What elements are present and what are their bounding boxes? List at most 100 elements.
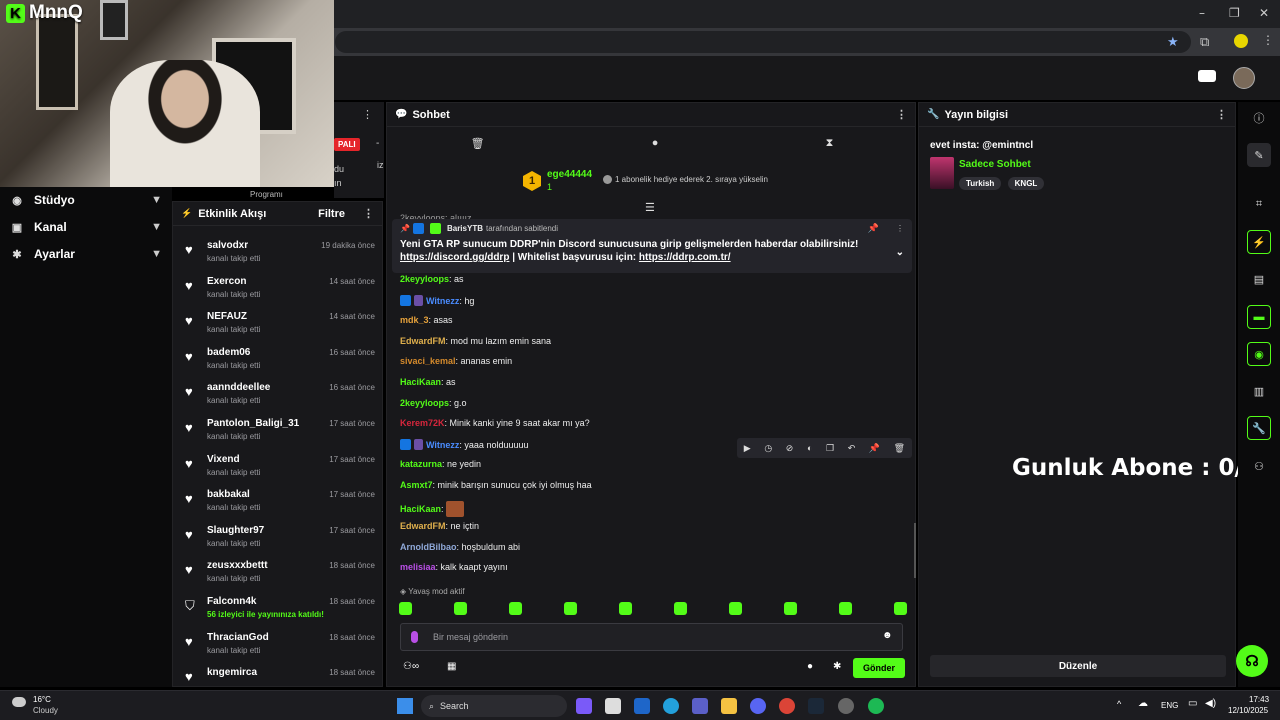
layout-icon[interactable]: ▥ — [1247, 379, 1271, 403]
emote-button[interactable] — [509, 602, 522, 615]
chat-username[interactable]: Asmxt7 — [400, 480, 433, 490]
volume-icon[interactable]: ◀) — [1205, 698, 1216, 709]
undo-icon[interactable]: ↶ — [848, 443, 856, 454]
browser-menu-icon[interactable]: ⋮ — [1262, 33, 1274, 47]
app-logo[interactable]: K MnnQ — [6, 2, 83, 24]
broadcast-icon[interactable]: ◉ — [1247, 342, 1271, 366]
filter-button[interactable]: Filtre — [318, 208, 345, 220]
chevron-down-icon[interactable]: ⌄ — [896, 247, 904, 258]
activity-item[interactable]: ⛉ Falconn4k 56 izleyici ile yayınınıza kat… — [183, 594, 375, 626]
store-icon[interactable]: ▦ — [447, 661, 456, 672]
activity-item[interactable]: ♥ NEFAUZ kanalı takip etti 14 saat önce — [183, 309, 375, 341]
activity-item[interactable]: ♥ salvodxr kanalı takip etti 19 dakika önce — [183, 238, 375, 270]
people-icon[interactable]: ⚇∞ — [403, 661, 419, 672]
activity-item[interactable]: ♥ ThracianGod kanalı takip etti 18 saat önc… — [183, 630, 375, 662]
category-name[interactable]: Sadece Sohbet — [959, 159, 1031, 170]
wrench-icon[interactable]: 🔧 — [1247, 416, 1271, 440]
chat-message[interactable]: Kerem72K: Minik kanki yine 9 saat akar m… — [400, 418, 590, 428]
send-button[interactable]: Gönder — [853, 658, 905, 678]
chat-username[interactable]: HaciKaan — [400, 504, 441, 514]
chat-username[interactable]: katazurna — [400, 459, 442, 469]
activity-username[interactable]: zeusxxxbettt — [207, 560, 268, 571]
copilot-icon[interactable] — [576, 698, 592, 714]
activity-item[interactable]: ♥ Slaughter97 kanalı takip etti 17 saat önc… — [183, 523, 375, 555]
activity-username[interactable]: Pantolon_Baligi_31 — [207, 418, 299, 429]
activity-item[interactable]: ♥ badem06 kanalı takip etti 16 saat önce — [183, 345, 375, 377]
weather-temp[interactable]: 16°C — [33, 695, 51, 704]
document-icon[interactable]: ▤ — [1247, 267, 1271, 291]
file-explorer-icon[interactable] — [721, 698, 737, 714]
scrollbar[interactable] — [914, 523, 916, 578]
chat-bubble-icon[interactable]: ▬ — [1247, 305, 1271, 329]
close-icon[interactable]: ✕ — [1259, 6, 1269, 20]
activity-username[interactable]: Slaughter97 — [207, 525, 264, 536]
category-thumbnail[interactable] — [930, 157, 954, 189]
activity-username[interactable]: bakbakal — [207, 489, 250, 500]
bookmark-star-icon[interactable]: ★ — [1167, 34, 1179, 50]
capture-icon[interactable]: ⌗ — [1247, 192, 1271, 216]
chat-username[interactable]: EdwardFM — [400, 336, 446, 346]
hourglass-icon[interactable]: ⧗ — [826, 137, 834, 150]
windows-start-icon[interactable] — [397, 698, 413, 714]
discord-link[interactable]: https://discord.gg/ddrp — [400, 252, 509, 263]
users-icon[interactable]: ⚇ — [1247, 454, 1271, 478]
network-icon[interactable]: ▭ — [1188, 698, 1197, 709]
activity-username[interactable]: aannddeellee — [207, 382, 270, 393]
copy-icon[interactable]: ❐ — [826, 443, 834, 454]
chat-username[interactable]: Witnezz — [426, 296, 459, 306]
lightning-icon[interactable]: ⚡ — [1247, 230, 1271, 254]
website-link[interactable]: https://ddrp.com.tr/ — [639, 252, 731, 263]
chat-message[interactable]: 2keyyloops: g.o — [400, 398, 467, 408]
activity-item[interactable]: ♥ Exercon kanalı takip etti 14 saat önce — [183, 274, 375, 306]
chat-message[interactable]: Witnezz: hg — [400, 294, 474, 306]
chevron-up-icon[interactable]: ^ — [1117, 699, 1121, 709]
chat-username[interactable]: sivaci_kemal — [400, 356, 456, 366]
trash-icon[interactable]: 🗑 — [471, 137, 485, 150]
chat-username[interactable]: ArnoldBilbao — [400, 542, 457, 552]
activity-username[interactable]: Vixend — [207, 454, 240, 465]
emote-button[interactable] — [564, 602, 577, 615]
weather-desc[interactable]: Cloudy — [33, 706, 58, 715]
activity-menu-icon[interactable]: ⋮ — [363, 207, 374, 220]
sidebar-item-settings[interactable]: ✱ Ayarlar ▼ — [10, 244, 162, 264]
chat-input[interactable]: Bir mesaj gönderin ☻ — [400, 623, 903, 651]
pinned-author[interactable]: BarisYTB — [447, 224, 483, 233]
hide-icon[interactable]: ⊘ — [786, 443, 794, 454]
chat-menu-icon[interactable]: ⋮ — [896, 108, 907, 121]
activity-item[interactable]: ♥ zeusxxxbettt kanalı takip etti 18 saat ön… — [183, 558, 375, 590]
outlook-icon[interactable] — [634, 698, 650, 714]
profile-icon[interactable] — [1234, 34, 1248, 48]
chat-message[interactable]: sivaci_kemal: ananas emin — [400, 356, 512, 366]
activity-username[interactable]: ThracianGod — [207, 632, 269, 643]
language-indicator[interactable]: ENG — [1161, 701, 1178, 710]
pin-icon[interactable]: 📌 — [869, 443, 880, 454]
emote-button[interactable] — [839, 602, 852, 615]
cloud-sync-icon[interactable]: ☁ — [1138, 698, 1148, 709]
chat-message[interactable]: EdwardFM: mod mu lazım emin sana — [400, 336, 551, 346]
timeout-icon[interactable]: ◷ — [764, 443, 772, 454]
chrome-icon[interactable] — [779, 698, 795, 714]
activity-username[interactable]: Falconn4k — [207, 596, 256, 607]
gifter-name[interactable]: ege44444 — [547, 169, 592, 180]
chat-username[interactable]: Kerem72K — [400, 418, 445, 428]
chat-message[interactable]: melisiaa: kalk kaapt yayını — [400, 562, 508, 572]
edge-icon[interactable] — [663, 698, 679, 714]
teams-icon[interactable] — [692, 698, 708, 714]
chat-username[interactable]: Witnezz — [426, 440, 459, 450]
minimize-icon[interactable]: – — [1199, 6, 1205, 20]
emote-button[interactable] — [674, 602, 687, 615]
chat-username[interactable]: EdwardFM — [400, 521, 446, 531]
chat-message[interactable]: katazurna: ne yedin — [400, 459, 481, 469]
discord-icon[interactable] — [750, 698, 766, 714]
chat-settings-icon[interactable]: ● — [807, 661, 813, 672]
avatar[interactable] — [1233, 67, 1255, 89]
extensions-icon[interactable]: ⧉ — [1200, 34, 1209, 50]
activity-username[interactable]: salvodxr — [207, 240, 248, 251]
collapse-icon[interactable]: ☰ — [645, 201, 655, 214]
address-input[interactable]: ★ — [335, 31, 1191, 53]
store-app-icon[interactable] — [605, 698, 621, 714]
emote-button[interactable] — [784, 602, 797, 615]
obs-icon[interactable] — [838, 698, 854, 714]
reply-icon[interactable]: ◐ — [807, 443, 812, 453]
activity-item[interactable]: ♥ Vixend kanalı takip etti 17 saat önce — [183, 452, 375, 484]
